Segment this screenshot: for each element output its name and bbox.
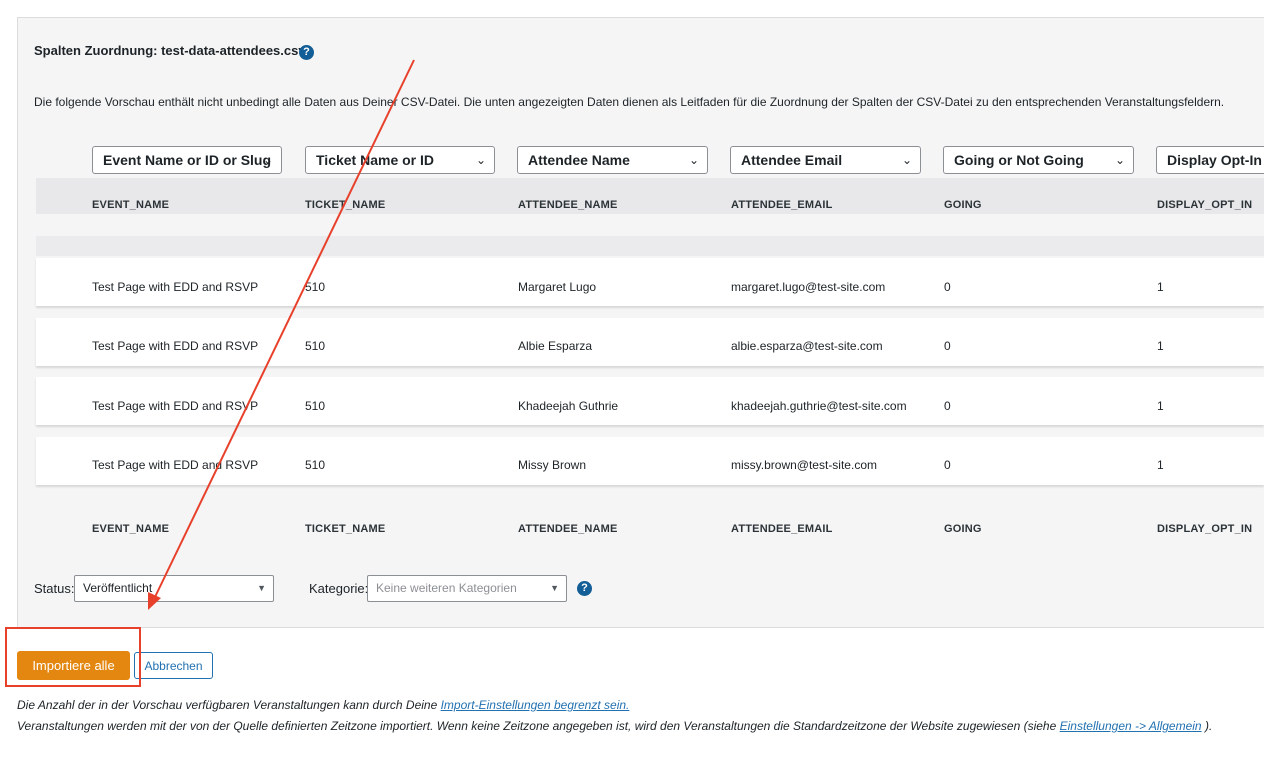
cell-event-name: Test Page with EDD and RSVP [92,458,259,472]
column-select-attendee-name[interactable]: Attendee Name ⌄ [517,146,708,174]
general-settings-link[interactable]: Einstellungen -> Allgemein [1060,719,1202,733]
caret-down-icon: ▼ [550,583,559,593]
footer-going: GOING [944,523,982,535]
cell-ticket-name: 510 [305,339,326,353]
column-select-ticket-name[interactable]: Ticket Name or ID ⌄ [305,146,495,174]
cell-attendee-email: khadeejah.guthrie@test-site.com [731,399,907,413]
chevron-down-icon: ⌄ [901,153,912,167]
cell-attendee-name: Albie Esparza [518,339,593,353]
cancel-button[interactable]: Abbrechen [134,652,213,679]
mapping-heading: Spalten Zuordnung: test-data-attendees.c… [34,43,306,58]
header-ticket-name: TICKET_NAME [305,199,386,211]
cell-attendee-email: albie.esparza@test-site.com [731,339,883,353]
cell-ticket-name: 510 [305,458,326,472]
cell-attendee-email: missy.brown@test-site.com [731,458,877,472]
footer-ticket-name: TICKET_NAME [305,523,386,535]
cell-event-name: Test Page with EDD and RSVP [92,280,259,294]
cell-display-opt-in: 1 [1157,458,1164,472]
table-header-band [36,178,1264,214]
table-empty-band [36,236,1264,256]
header-attendee-name: ATTENDEE_NAME [518,199,618,211]
footer-attendee-name: ATTENDEE_NAME [518,523,618,535]
help-icon[interactable]: ? [299,45,314,60]
chevron-down-icon: ⌄ [475,153,486,167]
timezone-note: Veranstaltungen werden mit der von der Q… [17,719,1213,733]
header-attendee-email: ATTENDEE_EMAIL [731,199,833,211]
category-label: Kategorie: [309,581,369,596]
column-select-display-opt-in[interactable]: Display Opt-In [1156,146,1264,174]
cell-ticket-name: 510 [305,399,326,413]
cell-display-opt-in: 1 [1157,280,1164,294]
cell-display-opt-in: 1 [1157,399,1164,413]
header-going: GOING [944,199,982,211]
status-select[interactable]: Veröffentlicht ▼ [74,575,274,602]
cell-going: 0 [944,280,951,294]
cell-going: 0 [944,339,951,353]
cell-attendee-email: margaret.lugo@test-site.com [731,280,886,294]
footer-attendee-email: ATTENDEE_EMAIL [731,523,833,535]
footer-display-opt-in: DISPLAY_OPT_IN [1157,523,1253,535]
category-help-icon[interactable]: ? [577,581,592,596]
column-select-attendee-email[interactable]: Attendee Email ⌄ [730,146,921,174]
header-event-name: EVENT_NAME [92,199,170,211]
header-display-opt-in: DISPLAY_OPT_IN [1157,199,1253,211]
cell-attendee-name: Khadeejah Guthrie [518,399,619,413]
mapping-description: Die folgende Vorschau enthält nicht unbe… [34,95,1225,109]
preview-limit-note: Die Anzahl der in der Vorschau verfügbar… [17,698,630,712]
annotation-highlight-box [5,627,141,687]
import-settings-link[interactable]: Import-Einstellungen begrenzt sein. [441,698,630,712]
cell-going: 0 [944,399,951,413]
column-select-going[interactable]: Going or Not Going ⌄ [943,146,1134,174]
status-label: Status: [34,581,75,596]
cell-event-name: Test Page with EDD and RSVP [92,399,259,413]
chevron-down-icon: ⌄ [262,153,273,167]
category-select[interactable]: Keine weiteren Kategorien ▼ [367,575,567,602]
column-select-event-name[interactable]: Event Name or ID or Slug ⌄ [92,146,282,174]
footer-event-name: EVENT_NAME [92,523,170,535]
cell-going: 0 [944,458,951,472]
chevron-down-icon: ⌄ [1114,153,1125,167]
caret-down-icon: ▼ [257,583,266,593]
cell-display-opt-in: 1 [1157,339,1164,353]
cell-event-name: Test Page with EDD and RSVP [92,339,259,353]
cell-ticket-name: 510 [305,280,326,294]
chevron-down-icon: ⌄ [688,153,699,167]
cell-attendee-name: Margaret Lugo [518,280,597,294]
cell-attendee-name: Missy Brown [518,458,587,472]
